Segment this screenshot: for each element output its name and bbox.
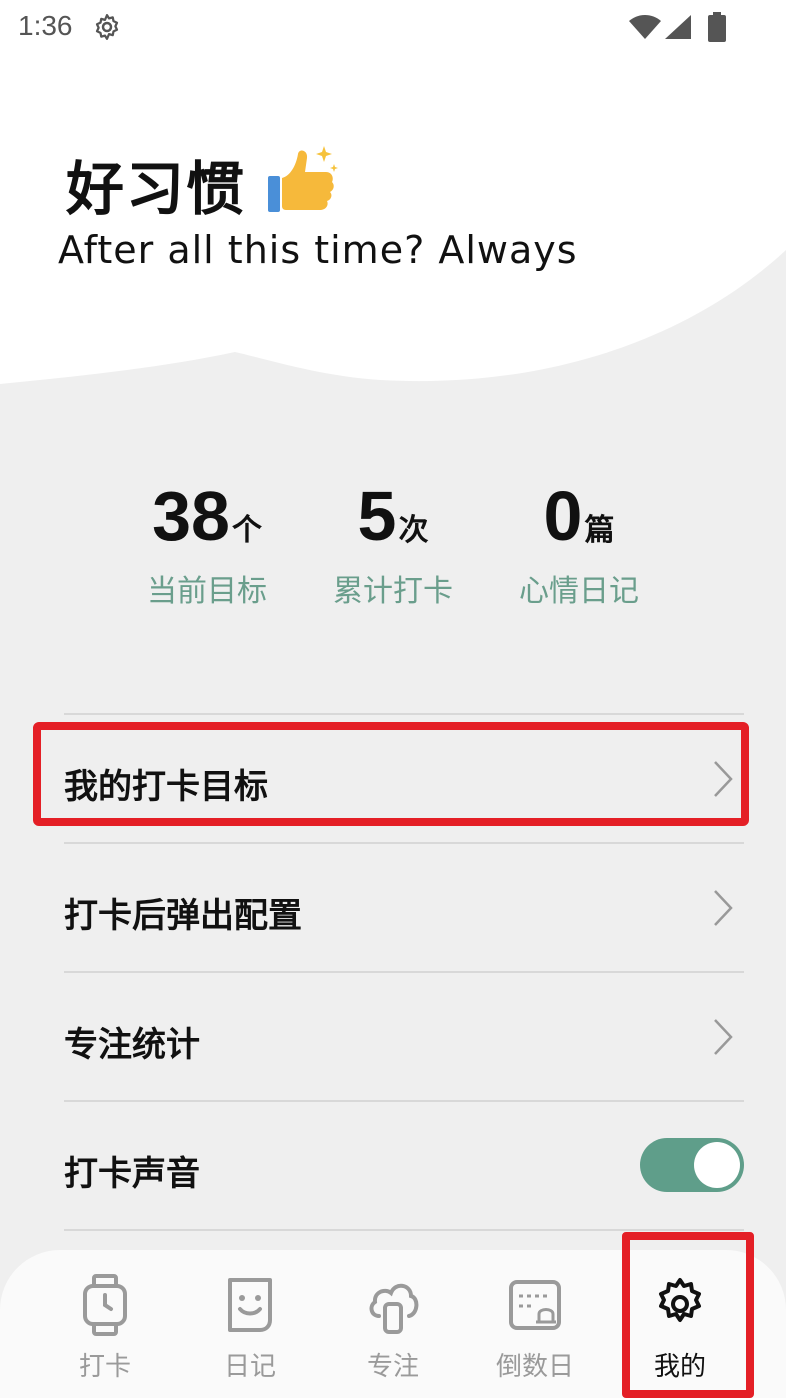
stats-row: 38个 当前目标 5次 累计打卡 0篇 心情日记 — [0, 476, 786, 616]
tab-label: 专注 — [366, 1352, 419, 1382]
menu-item-focus-stats[interactable]: 专注统计 — [64, 973, 744, 1102]
toggle-knob — [694, 1142, 740, 1188]
stat-mood-diary[interactable]: 0篇 心情日记 — [479, 476, 679, 610]
tab-diary[interactable]: 日记 — [190, 1274, 310, 1383]
stat-value: 0 — [543, 477, 583, 555]
tab-countdown[interactable]: 倒数日 — [475, 1274, 595, 1383]
chevron-right-icon — [714, 1019, 733, 1055]
settings-gear-icon — [95, 14, 119, 40]
tab-label: 打卡 — [78, 1352, 131, 1382]
stat-value: 38 — [152, 477, 230, 555]
battery-icon — [708, 12, 726, 42]
tab-checkin[interactable]: 打卡 — [45, 1274, 165, 1383]
wifi-icon — [629, 15, 661, 39]
checkin-sound-toggle[interactable] — [640, 1138, 744, 1192]
stat-label: 累计打卡 — [333, 574, 453, 609]
tab-focus[interactable]: 专注 — [333, 1274, 453, 1383]
calendar-bell-icon — [509, 1280, 561, 1330]
menu-item-label: 打卡声音 — [64, 1154, 200, 1194]
watch-clock-icon — [83, 1274, 127, 1336]
chevron-right-icon — [714, 890, 733, 926]
stat-current-goals[interactable]: 38个 当前目标 — [107, 476, 307, 610]
annotation-highlight-box — [33, 722, 749, 826]
tab-label: 倒数日 — [495, 1352, 574, 1382]
stat-value: 5 — [357, 477, 397, 555]
stat-label: 当前目标 — [147, 574, 267, 609]
menu-item-label: 打卡后弹出配置 — [64, 896, 302, 936]
tab-label: 日记 — [223, 1352, 276, 1382]
annotation-highlight-box — [622, 1232, 754, 1398]
stat-unit: 个 — [231, 513, 262, 548]
menu-item-label: 专注统计 — [64, 1025, 200, 1065]
app-subtitle: After all this time? Always — [58, 228, 578, 272]
smiley-note-icon — [228, 1278, 272, 1332]
cloud-phone-icon — [369, 1283, 419, 1334]
cellular-signal-icon — [665, 15, 691, 39]
status-time: 1:36 — [18, 10, 73, 41]
stat-label: 心情日记 — [519, 574, 639, 609]
thumbs-up-sparkle-icon — [268, 146, 338, 212]
menu-item-checkin-sound: 打卡声音 — [64, 1102, 744, 1231]
stat-total-checkins[interactable]: 5次 累计打卡 — [293, 476, 493, 610]
menu-item-popup-config[interactable]: 打卡后弹出配置 — [64, 844, 744, 973]
status-bar: 1:36 — [0, 0, 786, 56]
stat-unit: 次 — [398, 513, 429, 548]
stat-unit: 篇 — [584, 513, 615, 548]
app-title: 好习惯 — [66, 155, 247, 223]
